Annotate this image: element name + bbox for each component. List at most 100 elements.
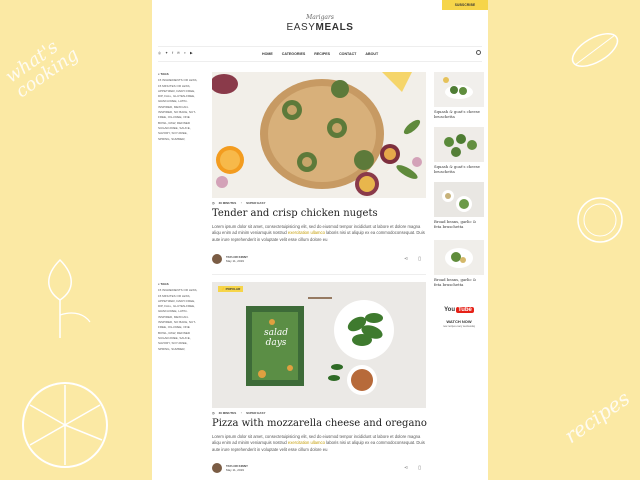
- post-title[interactable]: Pizza with mozzarella cheese and oregano: [212, 418, 427, 429]
- tag-link[interactable]: APPETIZER,: [158, 89, 176, 93]
- sidebar-recipe-card[interactable]: Broad beans, garlic & feta bruschetta: [434, 240, 484, 287]
- nav-item-recipes[interactable]: RECIPES: [314, 52, 330, 56]
- youtube-widget[interactable]: You Tube WATCH NOW new recipes every wedn…: [434, 298, 484, 328]
- flower-illustration-left: [48, 258, 91, 338]
- tag-link[interactable]: RAW,: [169, 121, 177, 125]
- background-script-recipes: recipes: [559, 385, 635, 449]
- nav-top-divider: [158, 46, 482, 47]
- recipe-title[interactable]: Squash & goat's cheese bruschetta: [434, 109, 484, 119]
- clock-icon: ◷: [212, 201, 215, 205]
- nav-item-categories[interactable]: CATEGORIES: [282, 52, 306, 56]
- tag-link[interactable]: GLUTEN-FREE,: [173, 94, 195, 98]
- youtube-logo: You Tube: [444, 307, 474, 313]
- subscribe-button[interactable]: SUBSCRIBE: [442, 0, 488, 10]
- recipe-title[interactable]: Broad beans, garlic & feta bruschetta: [434, 219, 484, 229]
- share-icon[interactable]: ⋖: [404, 256, 408, 262]
- tag-link[interactable]: SOY-FREE,: [172, 131, 188, 135]
- tag-link[interactable]: 15 INGREDIENTS OR LESS,: [158, 288, 197, 292]
- difficulty-icon: ◔: [240, 201, 243, 205]
- logo-meals: MEALS: [315, 22, 354, 33]
- popular-badge: ⚡ POPULAR: [218, 286, 244, 292]
- nav-item-contact[interactable]: CONTACT: [339, 52, 356, 56]
- tag-link[interactable]: GLUTEN-FREE,: [173, 304, 195, 308]
- tag-link[interactable]: SOY-FREE,: [172, 341, 188, 345]
- sidebar-recipe-card[interactable]: Squash & goat's cheese bruschetta: [434, 72, 484, 119]
- post-title[interactable]: Tender and crisp chicken nugets: [212, 208, 378, 219]
- tags-title: ⌕ TAGS: [158, 282, 169, 286]
- nav-item-home[interactable]: HOME: [262, 52, 273, 56]
- tag-link[interactable]: SAUCE,: [179, 126, 190, 130]
- facebook-icon[interactable]: f: [172, 51, 173, 55]
- recipe-title[interactable]: Squash & goat's cheese bruschetta: [434, 164, 484, 174]
- post-image[interactable]: [212, 72, 426, 198]
- post-difficulty: SUPER EASY: [246, 411, 266, 415]
- logo-easy: EASY: [286, 22, 316, 33]
- post-meta: ◷ 30 MINUTES ◔ SUPER EASY: [212, 411, 265, 415]
- tag-link[interactable]: FALL,: [164, 94, 172, 98]
- recipe-title[interactable]: Broad beans, garlic & feta bruschetta: [434, 277, 484, 287]
- bookmark-icon[interactable]: ▯: [418, 465, 421, 471]
- tag-link[interactable]: RAW,: [169, 331, 177, 335]
- share-icon[interactable]: ⋖: [404, 465, 408, 471]
- lemon-illustration-left: [22, 382, 108, 468]
- tag-link[interactable]: SAVORY,: [158, 131, 171, 135]
- youtube-subtitle: new recipes every wednesday: [442, 325, 476, 328]
- post-time: 30 MINUTES: [218, 201, 237, 205]
- tag-link[interactable]: SAUCE,: [179, 336, 190, 340]
- post-author[interactable]: TAYLOR KINNY May 11, 2019: [212, 254, 248, 264]
- tag-link[interactable]: OIL-FREE,: [168, 325, 183, 329]
- tag-link[interactable]: 15 INGREDIENTS OR LESS,: [158, 78, 197, 82]
- post-time: 30 MINUTES: [218, 411, 237, 415]
- rss-icon[interactable]: ◗: [184, 51, 186, 55]
- site-logo[interactable]: EASYMEALS: [152, 22, 488, 33]
- post-meta: ◷ 30 MINUTES ◔ SUPER EASY: [212, 201, 265, 205]
- tag-link[interactable]: GRAIN-FREE,: [158, 99, 177, 103]
- post-author[interactable]: TAYLOR KINNY May 11, 2019: [212, 463, 248, 473]
- tag-link[interactable]: DAIRY-FREE,: [176, 299, 195, 303]
- instagram-icon[interactable]: ◎: [158, 51, 161, 55]
- youtube-icon[interactable]: ▶: [190, 51, 193, 55]
- bookmark-icon[interactable]: ▯: [418, 256, 421, 262]
- tags-widget: ⌕ TAGS 15 INGREDIENTS OR LESS, 15 MINUTE…: [158, 72, 200, 142]
- tag-link[interactable]: DIP,: [158, 94, 163, 98]
- clock-icon: ◷: [212, 411, 215, 415]
- recipe-thumbnail: [434, 72, 484, 107]
- tag-link[interactable]: NO BAKE,: [174, 320, 188, 324]
- avatar: [212, 463, 222, 473]
- tag-link[interactable]: 15 MINUTES OR LESS,: [158, 84, 190, 88]
- background-script-whats-cooking: what's cooking: [1, 36, 83, 103]
- tag-link[interactable]: APPETIZER,: [158, 299, 176, 303]
- recipe-thumbnail: [434, 127, 484, 162]
- tag-link[interactable]: SUMMER,: [171, 137, 185, 141]
- tag-link[interactable]: FALL,: [164, 304, 172, 308]
- chicken-nuggets-photo: [212, 72, 426, 198]
- sidebar-recipe-card[interactable]: Broad beans, garlic & feta bruschetta: [434, 182, 484, 229]
- post-actions: ⋖ ▯: [404, 465, 421, 471]
- sidebar-recipe-card[interactable]: Squash & goat's cheese bruschetta: [434, 127, 484, 174]
- tag-link[interactable]: NO BAKE,: [174, 110, 188, 114]
- post-image[interactable]: ⚡ POPULAR salad days: [212, 282, 426, 408]
- social-links: ◎ ✦ f ℗ ◗ ▶: [158, 51, 193, 55]
- post-date: May 11, 2019: [226, 468, 244, 472]
- post-difficulty: SUPER EASY: [246, 201, 266, 205]
- tag-link[interactable]: SUMMER,: [171, 347, 185, 351]
- page-container: Marigars EASYMEALS ◎ ✦ f ℗ ◗ ▶ HOME CATE…: [152, 0, 488, 480]
- tag-link[interactable]: OIL-FREE,: [168, 115, 183, 119]
- tag-link[interactable]: GRAIN-FREE,: [158, 309, 177, 313]
- tag-link[interactable]: DIP,: [158, 304, 163, 308]
- tag-link[interactable]: SAVORY,: [158, 341, 171, 345]
- recipe-thumbnail: [434, 182, 484, 217]
- pinterest-icon[interactable]: ℗: [177, 51, 180, 55]
- watch-now-label[interactable]: WATCH NOW: [434, 319, 484, 324]
- tags-list: 15 INGREDIENTS OR LESS, 15 MINUTES OR LE…: [158, 288, 200, 352]
- tag-link[interactable]: SPRING,: [158, 137, 170, 141]
- nav-item-about[interactable]: ABOUT: [365, 52, 378, 56]
- twitter-icon[interactable]: ✦: [165, 51, 168, 55]
- tag-link[interactable]: SPRING,: [158, 347, 170, 351]
- tag-link[interactable]: DAIRY-FREE,: [176, 89, 195, 93]
- post-actions: ⋖ ▯: [404, 256, 421, 262]
- tag-link[interactable]: 15 MINUTES OR LESS,: [158, 294, 190, 298]
- post-divider: [212, 274, 426, 275]
- search-icon[interactable]: [476, 50, 481, 55]
- salad-days-photo: [212, 282, 426, 408]
